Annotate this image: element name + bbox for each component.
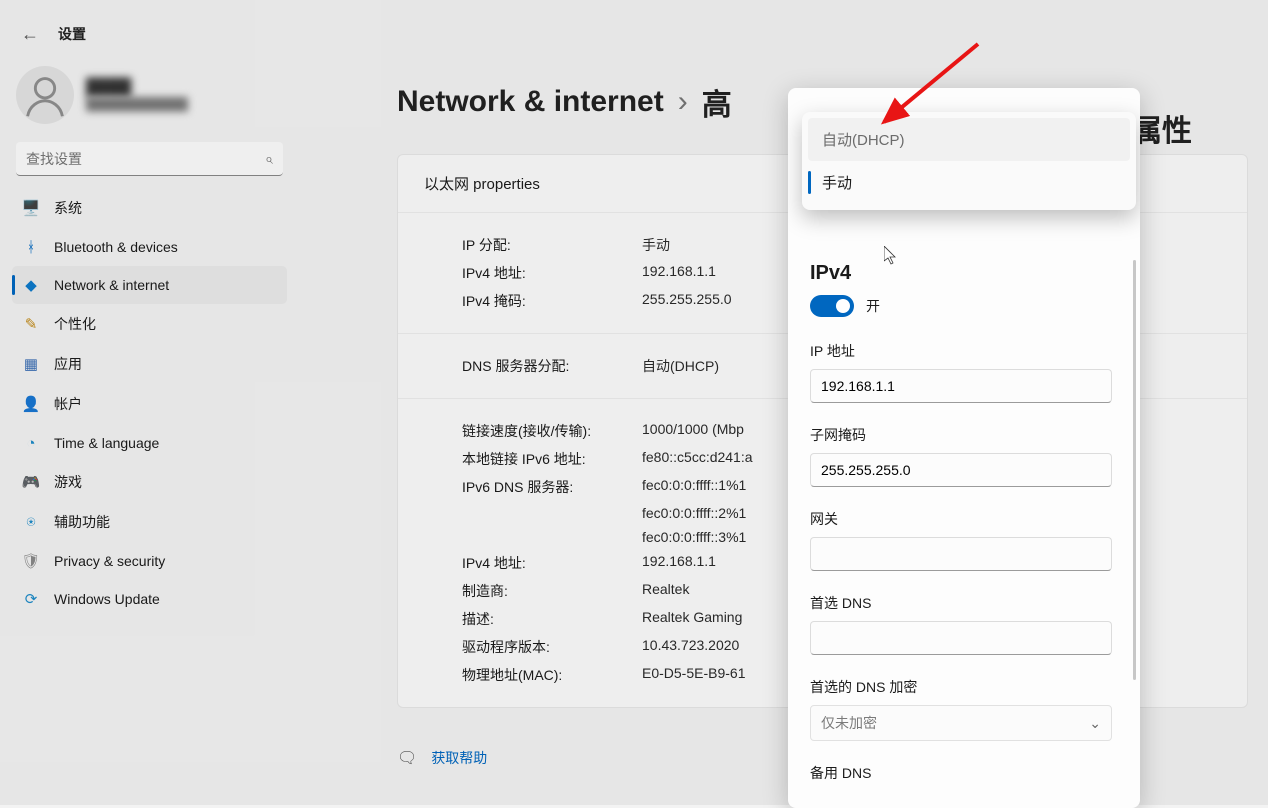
dns-encryption-label: 首选的 DNS 加密 <box>810 677 1122 697</box>
sidebar: ████ ████████████ ⌕ 🖥️ 系统 ᚼ Bluetooth & dev… <box>12 60 317 784</box>
dns-encryption-select[interactable]: 仅未加密 ⌄ <box>810 705 1112 741</box>
nav-icon: ⍟ <box>22 513 40 531</box>
nav-list: 🖥️ 系统 ᚼ Bluetooth & devices ◆ Network & inter… <box>12 188 287 618</box>
gateway-input[interactable] <box>810 537 1112 571</box>
property-value: 255.255.255.0 <box>642 291 732 311</box>
nav-icon: ᚼ <box>22 238 40 256</box>
chevron-right-icon: › <box>678 85 688 119</box>
sidebar-item-5[interactable]: 👤 帐户 <box>12 384 287 424</box>
back-button[interactable]: ← <box>12 16 48 52</box>
property-label: IPv4 掩码: <box>462 291 642 311</box>
profile-email: ████████████ <box>86 97 188 111</box>
breadcrumb-current: 高 <box>702 80 732 124</box>
dns-input[interactable] <box>810 621 1112 655</box>
property-value: Realtek <box>642 581 689 601</box>
property-label <box>462 505 642 521</box>
property-label: DNS 服务器分配: <box>462 356 642 376</box>
sidebar-item-label: Windows Update <box>54 591 160 607</box>
ip-assignment-dropdown[interactable]: 自动(DHCP) 手动 <box>802 112 1136 210</box>
property-label: 制造商: <box>462 581 642 601</box>
property-label: IPv6 DNS 服务器: <box>462 477 642 497</box>
sidebar-item-2[interactable]: ◆ Network & internet <box>12 266 287 304</box>
sidebar-item-8[interactable]: ⍟ 辅助功能 <box>12 502 287 542</box>
chevron-down-icon: ⌄ <box>1089 715 1101 732</box>
nav-icon: ⟳ <box>22 590 40 608</box>
property-label <box>462 529 642 545</box>
sidebar-item-label: Time & language <box>54 435 159 451</box>
sidebar-item-label: 个性化 <box>54 314 96 334</box>
nav-icon: ▦ <box>22 355 40 373</box>
property-label: 物理地址(MAC): <box>462 665 642 685</box>
subnet-label: 子网掩码 <box>810 425 1122 445</box>
sidebar-item-label: 系统 <box>54 198 82 218</box>
ip-address-label: IP 地址 <box>810 341 1122 361</box>
nav-icon: 👤 <box>22 395 40 413</box>
alt-dns-label: 备用 DNS <box>810 763 1122 783</box>
nav-icon: ✎ <box>22 315 40 333</box>
property-value: 手动 <box>642 235 670 255</box>
property-label: 描述: <box>462 609 642 629</box>
panel-scrollbar[interactable] <box>1133 260 1136 680</box>
property-value: 1000/1000 (Mbp <box>642 421 744 441</box>
nav-icon: ◔ <box>22 434 40 452</box>
property-label: 本地链接 IPv6 地址: <box>462 449 642 469</box>
property-label: IPv4 地址: <box>462 263 642 283</box>
sidebar-item-3[interactable]: ✎ 个性化 <box>12 304 287 344</box>
property-value: fe80::c5cc:d241:a <box>642 449 753 469</box>
sidebar-item-0[interactable]: 🖥️ 系统 <box>12 188 287 228</box>
property-value: 192.168.1.1 <box>642 553 716 573</box>
breadcrumb-parent[interactable]: Network & internet <box>397 85 664 119</box>
property-label: 驱动程序版本: <box>462 637 642 657</box>
property-value: fec0:0:0:ffff::1%1 <box>642 477 746 497</box>
nav-icon: ◆ <box>22 276 40 294</box>
property-value: 自动(DHCP) <box>642 356 719 376</box>
dropdown-option-manual[interactable]: 手动 <box>808 161 1130 204</box>
sidebar-item-label: 帐户 <box>54 394 82 414</box>
dns-label: 首选 DNS <box>810 593 1122 613</box>
property-value: 192.168.1.1 <box>642 263 716 283</box>
sidebar-item-6[interactable]: ◔ Time & language <box>12 424 287 462</box>
nav-icon: 🎮 <box>22 473 40 491</box>
toggle-label: 开 <box>866 296 880 316</box>
back-arrow-icon: ← <box>21 24 39 45</box>
sidebar-item-4[interactable]: ▦ 应用 <box>12 344 287 384</box>
sidebar-item-label: Privacy & security <box>54 553 165 569</box>
gateway-label: 网关 <box>810 509 1122 529</box>
property-value: fec0:0:0:ffff::3%1 <box>642 529 746 545</box>
sidebar-item-label: Network & internet <box>54 277 169 293</box>
ip-address-input[interactable] <box>810 369 1112 403</box>
property-value: fec0:0:0:ffff::2%1 <box>642 505 746 521</box>
sidebar-item-7[interactable]: 🎮 游戏 <box>12 462 287 502</box>
property-label: IP 分配: <box>462 235 642 255</box>
search-input[interactable] <box>16 142 283 176</box>
sidebar-item-label: Bluetooth & devices <box>54 239 178 255</box>
avatar <box>16 66 74 124</box>
property-value: Realtek Gaming <box>642 609 742 629</box>
sidebar-item-label: 辅助功能 <box>54 512 110 532</box>
nav-icon: 🖥️ <box>22 199 40 217</box>
property-label: 链接速度(接收/传输): <box>462 421 642 441</box>
property-value: E0-D5-5E-B9-61 <box>642 665 746 685</box>
app-title: 设置 <box>58 24 86 44</box>
ipv4-toggle[interactable] <box>810 295 854 317</box>
dns-encryption-value: 仅未加密 <box>821 713 877 733</box>
sidebar-item-9[interactable]: 🛡 Privacy & security <box>12 542 287 580</box>
sidebar-item-label: 应用 <box>54 354 82 374</box>
ipv4-heading: IPv4 <box>810 262 1122 285</box>
sidebar-item-label: 游戏 <box>54 472 82 492</box>
subnet-input[interactable] <box>810 453 1112 487</box>
help-icon: 🗨 <box>397 748 417 768</box>
nav-icon: 🛡 <box>22 552 40 570</box>
property-label: IPv4 地址: <box>462 553 642 573</box>
dropdown-option-auto[interactable]: 自动(DHCP) <box>808 118 1130 161</box>
sidebar-item-1[interactable]: ᚼ Bluetooth & devices <box>12 228 287 266</box>
property-value: 10.43.723.2020 <box>642 637 739 657</box>
profile-name: ████ <box>86 79 188 97</box>
sidebar-item-10[interactable]: ⟳ Windows Update <box>12 580 287 618</box>
search-icon: ⌕ <box>265 151 273 168</box>
breadcrumb-tail: 属性 <box>1132 106 1192 150</box>
ip-settings-panel: 自动(DHCP) 手动 IPv4 开 IP 地址 子网掩码 网关 首选 DNS … <box>788 88 1140 808</box>
profile-card[interactable]: ████ ████████████ <box>12 60 287 142</box>
help-label: 获取帮助 <box>431 748 487 768</box>
